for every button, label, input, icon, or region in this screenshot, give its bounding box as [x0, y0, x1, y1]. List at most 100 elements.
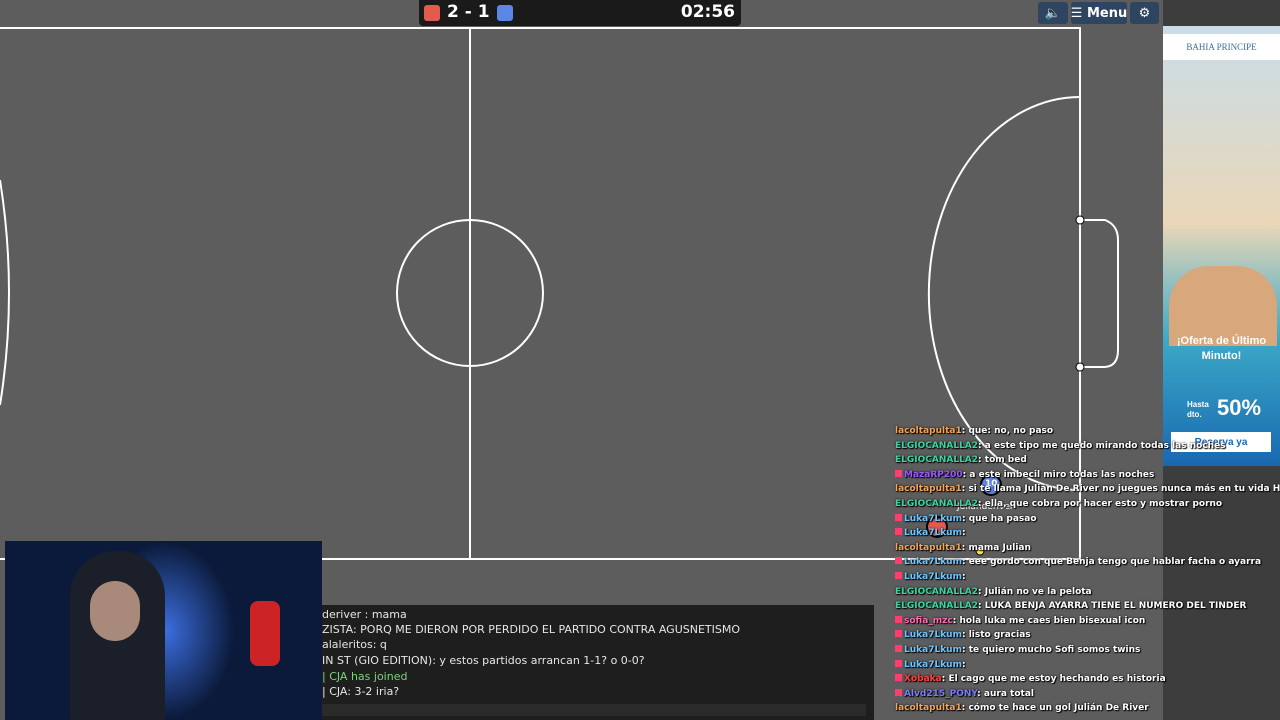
chat-text: El cago que me estoy hechando es histori… [948, 674, 1166, 685]
chat-username: lacoltapulta1 [895, 426, 962, 436]
ad-hasta: Hasta dto. [1187, 400, 1209, 419]
chat-username: sofia_mzc [904, 615, 953, 626]
stream-chat-message: ELGIOCANALLA2: a este tipo me quedo mira… [895, 440, 1226, 451]
scoreboard: 2 - 1 02:56 [419, 0, 741, 26]
chat-username: Luka7Lkum [904, 659, 962, 670]
badge-icon [895, 659, 902, 667]
chat-username: ELGIOCANALLA2 [895, 601, 979, 612]
stream-chat-message: Luka7Lkum: que ha pasao [895, 512, 1280, 527]
chat-username: Alvd215_PONY [904, 688, 978, 699]
badge-icon [895, 644, 902, 652]
hamburger-icon: ☰ [1070, 5, 1083, 21]
chat-input[interactable] [322, 704, 866, 716]
chat-text: cómo te hace un gol Julián De River [968, 703, 1149, 714]
stream-chat-message: Luka7Lkum: [895, 570, 1280, 585]
chat-username: MazaRP200 [904, 469, 963, 480]
stream-chat-message: lacoltapulta1: si te llama Julián De Riv… [895, 482, 1280, 497]
goal-post-top [1075, 215, 1085, 225]
match-timer: 02:56 [680, 2, 735, 22]
chat-text: listo gracias [968, 630, 1031, 641]
score: 2 - 1 [447, 2, 490, 22]
chat-text: a este imbecil miro todas las noches [969, 469, 1155, 480]
badge-icon [895, 513, 902, 521]
chat-line: | CJA has joined [322, 670, 408, 683]
sound-button[interactable]: 🔈 [1038, 2, 1068, 24]
stream-chat: lacoltapulta1: que: no, no paso ELGIOCANA… [895, 424, 1280, 716]
stream-chat-message: Luka7Lkum: te quiero mucho Sofi somos tw… [895, 643, 1280, 658]
stream-chat-message: ELGIOCANALLA2: ella, que cobra por hacer… [895, 498, 1223, 509]
stream-chat-message: Luka7Lkum: [895, 658, 1280, 673]
chat-username: lacoltapulta1 [895, 703, 962, 714]
stream-chat-message: Luka7Lkum: eee gordo con que Benja tengo… [895, 555, 1280, 570]
webcam-overlay [5, 541, 322, 720]
chat-text: si te llama Julián De River no juegues n… [968, 484, 1280, 495]
chat-username: ELGIOCANALLA2 [895, 498, 979, 509]
stream-chat-message: sofia_mzc: hola luka me caes bien bisexu… [895, 614, 1280, 629]
chat-username: Luka7Lkum [904, 644, 962, 655]
stream-chat-message: Alvd215_PONY: aura total [895, 687, 1280, 702]
chat-text: ella, que cobra por hacer esto y mostrar… [984, 498, 1223, 509]
chat-username: Luka7Lkum [904, 513, 962, 524]
menu-button[interactable]: ☰ Menu [1071, 2, 1127, 24]
chat-line: alaleritos: q [322, 638, 387, 651]
chat-username: Luka7Lkum [904, 528, 962, 539]
badge-icon [895, 557, 902, 565]
badge-icon [895, 674, 902, 682]
chat-username: ELGIOCANALLA2 [895, 586, 979, 597]
chat-username: Luka7Lkum [904, 571, 962, 582]
badge-icon [895, 615, 902, 623]
chat-line: IN ST (GIO EDITION): y estos partidos ar… [322, 654, 645, 667]
stream-chat-message: ELGIOCANALLA2: LUKA BENJA AYARRA TIENE E… [895, 601, 1247, 612]
chat-text: mama Julian [968, 542, 1031, 553]
ad-percent: 50% [1217, 395, 1262, 420]
chat-username: ELGIOCANALLA2 [895, 455, 979, 466]
badge-icon [895, 630, 902, 638]
goal-post-bottom [1075, 362, 1085, 372]
stream-chat-message: MazaRP200: a este imbecil miro todas las… [895, 468, 1280, 483]
chat-text: aura total [983, 688, 1034, 699]
chat-text: Julián no ve la pelota [984, 586, 1092, 597]
chat-text: tom bed [984, 455, 1027, 466]
settings-button[interactable]: ⚙ [1130, 2, 1159, 24]
chat-username: ELGIOCANALLA2 [895, 440, 979, 451]
left-penalty-arc [0, 179, 10, 406]
chat-username: lacoltapulta1 [895, 484, 962, 495]
microphone [250, 601, 280, 666]
stream-chat-message: Luka7Lkum: [895, 526, 1280, 541]
red-team-icon [424, 5, 440, 21]
menu-label: Menu [1086, 5, 1128, 21]
speaker-icon: 🔈 [1044, 5, 1062, 21]
right-goal [1080, 219, 1119, 368]
ad-offer: ¡Oferta de Último Minuto! [1176, 335, 1267, 362]
chat-text: LUKA BENJA AYARRA TIENE EL NUMERO DEL TI… [984, 601, 1247, 612]
chat-text: a este tipo me quedo mirando todas las n… [984, 440, 1226, 451]
stream-chat-message: lacoltapulta1: cómo te hace un gol Juliá… [895, 703, 1149, 714]
gear-icon: ⚙ [1138, 5, 1151, 21]
badge-icon [895, 528, 902, 536]
stream-chat-message: ELGIOCANALLA2: Julián no ve la pelota [895, 586, 1092, 597]
chat-text: que ha pasao [968, 513, 1037, 524]
chat-text: te quiero mucho Sofi somos twins [968, 644, 1141, 655]
badge-icon [895, 688, 902, 696]
chat-username: Luka7Lkum [904, 557, 962, 568]
chat-username: lacoltapulta1 [895, 542, 962, 553]
chat-line: ZISTA: PORQ ME DIERON POR PERDIDO EL PAR… [322, 623, 741, 636]
chat-text: que: no, no paso [968, 426, 1054, 436]
chat-username: Luka7Lkum [904, 630, 962, 641]
game-chat: deriver : mama ZISTA: PORQ ME DIERON POR… [318, 605, 874, 720]
chat-line: deriver : mama [322, 608, 407, 621]
blue-team-icon [497, 5, 513, 21]
stream-chat-message: lacoltapulta1: mama Julian [895, 542, 1031, 553]
chat-line: | CJA: 3-2 iria? [322, 685, 400, 698]
chat-username: Xobaka [904, 674, 942, 685]
stream-chat-message: Luka7Lkum: listo gracias [895, 628, 1280, 643]
ad-logo: BAHIA PRINCIPE [1163, 34, 1280, 60]
chat-text: hola luka me caes bien bisexual icon [959, 615, 1146, 626]
ad-banner[interactable]: BAHIA PRINCIPE ¡Oferta de Último Minuto!… [1163, 26, 1280, 466]
stream-chat-message: ELGIOCANALLA2: tom bed [895, 455, 1027, 466]
chat-text: eee gordo con que Benja tengo que hablar… [968, 557, 1262, 568]
stream-chat-message: lacoltapulta1: que: no, no paso [895, 426, 1054, 436]
badge-icon [895, 469, 902, 477]
stream-chat-message: Xobaka: El cago que me estoy hechando es… [895, 672, 1280, 687]
badge-icon [895, 571, 902, 579]
